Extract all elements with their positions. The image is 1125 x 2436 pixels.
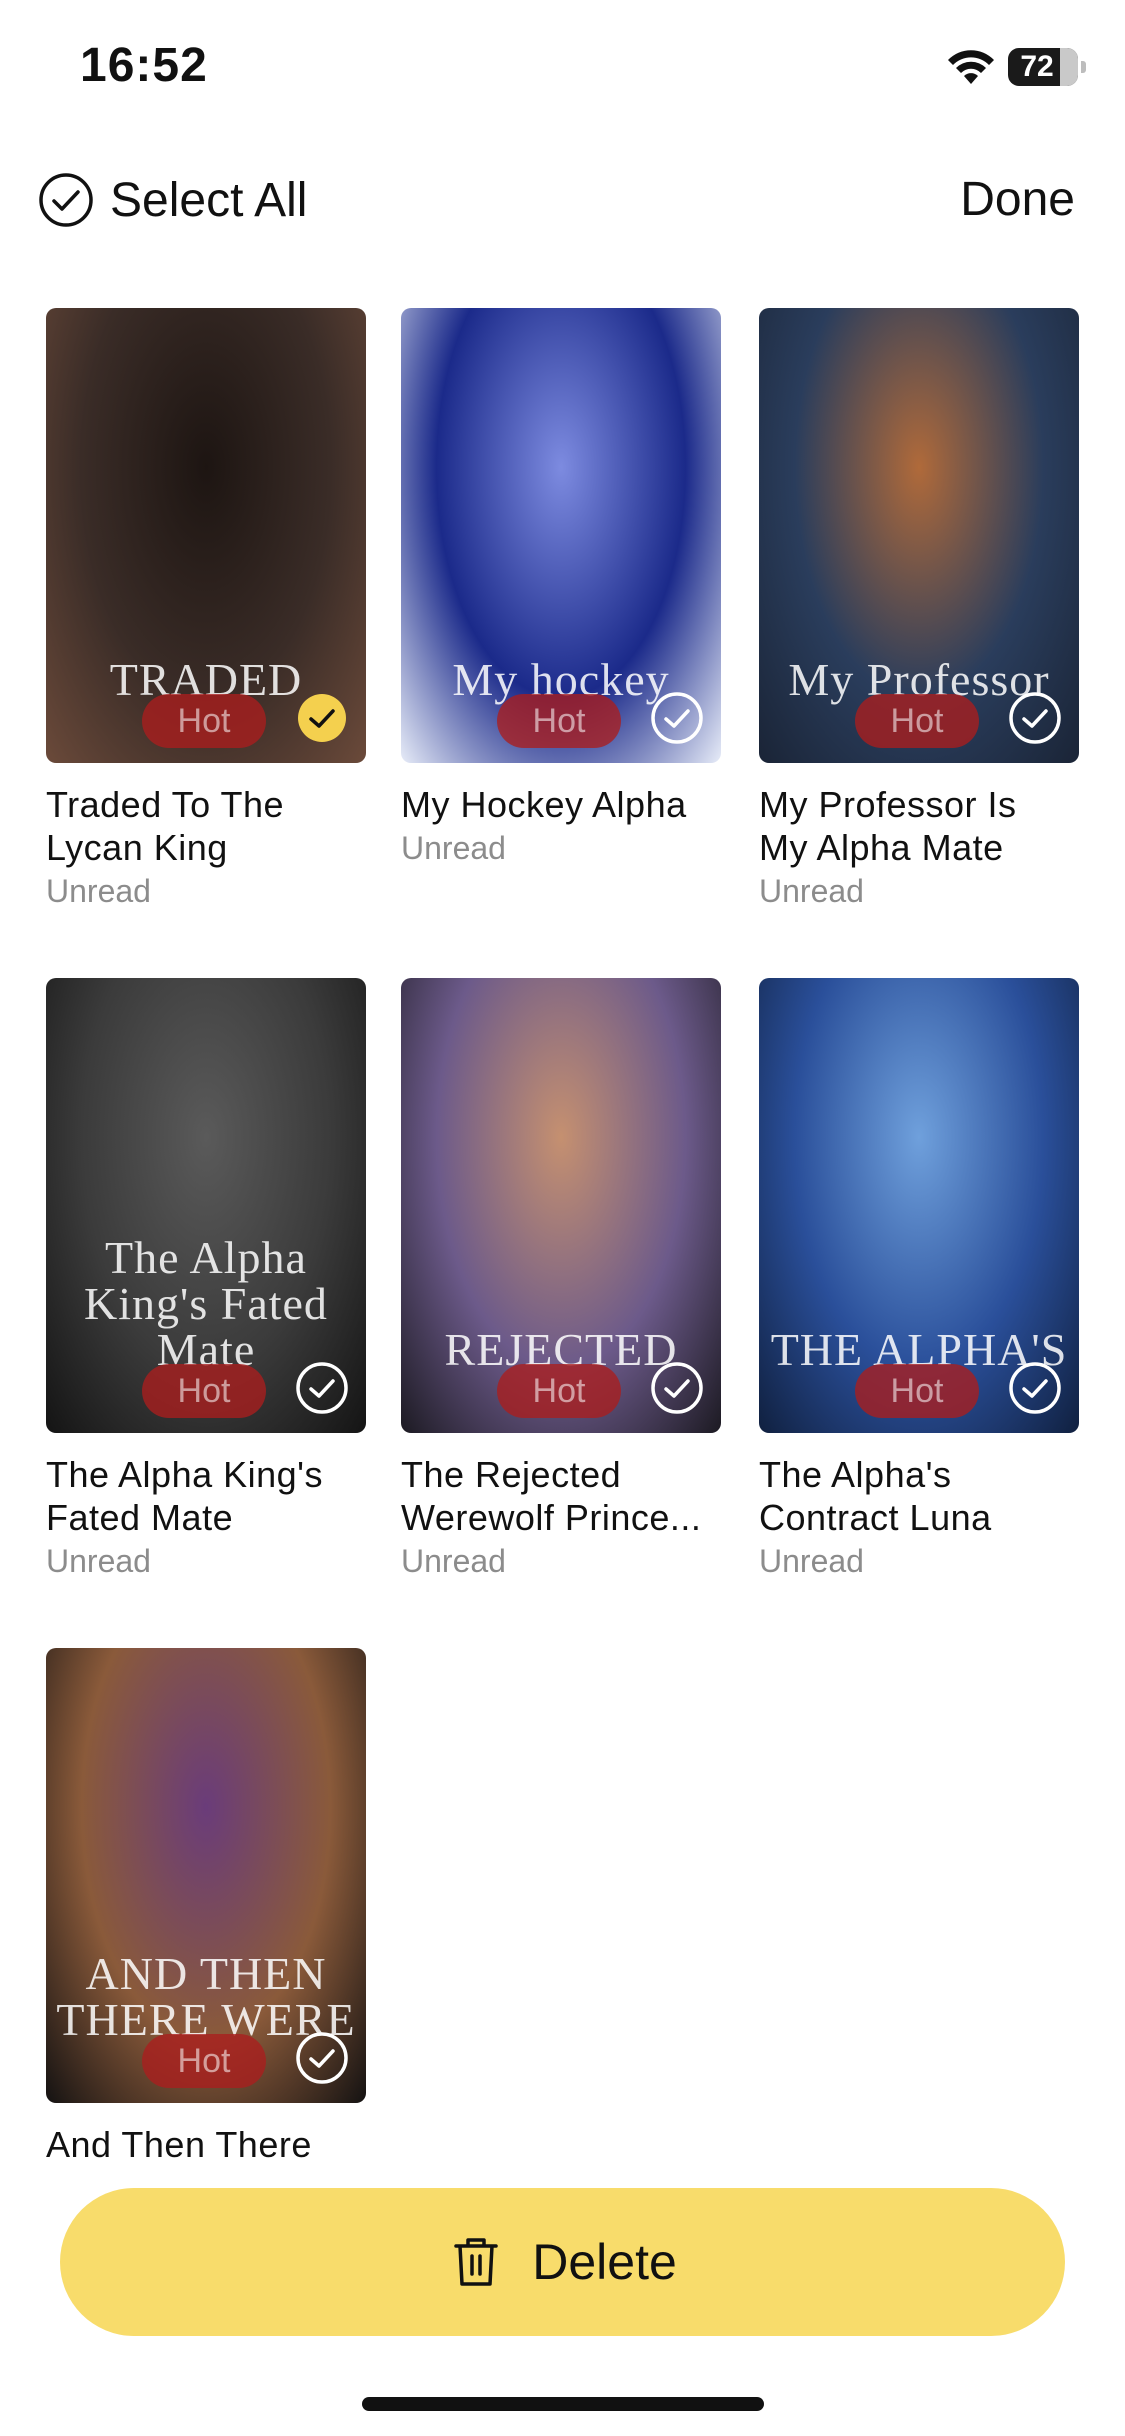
- select-all-button[interactable]: Select All: [38, 170, 307, 230]
- checked-circle-icon[interactable]: [295, 691, 349, 745]
- hot-badge: Hot: [497, 1364, 621, 1418]
- book-cover[interactable]: TRADED Hot: [46, 308, 366, 763]
- hot-badge: Hot: [142, 1364, 266, 1418]
- book-title-line: Contract Luna: [759, 1497, 992, 1538]
- book-cover[interactable]: AND THEN THERE WERE Hot: [46, 1648, 366, 2103]
- unchecked-circle-icon[interactable]: [650, 1361, 704, 1415]
- book-title-line: My Alpha Mate: [759, 827, 1004, 868]
- unchecked-circle-icon[interactable]: [1008, 691, 1062, 745]
- book-title: The Rejected Werewolf Prince...: [401, 1453, 721, 1539]
- book-title-line: Traded To The: [46, 784, 284, 825]
- book-title-line: My Hockey Alpha: [401, 784, 687, 825]
- cover-title-text: AND THEN THERE WERE: [56, 1948, 356, 2045]
- done-button[interactable]: Done: [960, 170, 1075, 230]
- book-cover[interactable]: My hockey Hot: [401, 308, 721, 763]
- book-card[interactable]: REJECTED Hot The Rejected Werewolf Prince..…: [401, 978, 721, 1580]
- unchecked-circle-icon[interactable]: [1008, 1361, 1062, 1415]
- book-title: My Professor Is My Alpha Mate: [759, 783, 1079, 869]
- book-status: Unread: [46, 873, 151, 909]
- status-time: 16:52: [80, 39, 208, 92]
- home-indicator: [362, 2397, 764, 2411]
- hot-badge: Hot: [142, 2034, 266, 2088]
- hot-badge: Hot: [497, 694, 621, 748]
- hot-badge: Hot: [855, 1364, 979, 1418]
- book-card[interactable]: THE ALPHA'S Hot The Alpha's Contract Luna Un…: [759, 978, 1079, 1580]
- unchecked-circle-icon[interactable]: [295, 2031, 349, 2085]
- book-card[interactable]: My Professor Hot My Professor Is My Alpha M…: [759, 308, 1079, 910]
- book-title-line: The Alpha King's: [46, 1454, 324, 1495]
- wifi-icon: [948, 50, 994, 84]
- cover-title-text: The Alpha King's Fated Mate: [84, 1232, 328, 1375]
- hot-badge: Hot: [142, 694, 266, 748]
- book-card[interactable]: The Alpha King's Fated Mate Hot The Alpha …: [46, 978, 366, 1580]
- book-status: Unread: [759, 873, 864, 909]
- book-cover[interactable]: The Alpha King's Fated Mate Hot: [46, 978, 366, 1433]
- circle-check-icon: [39, 173, 93, 227]
- delete-label: Delete: [532, 2234, 677, 2290]
- status-bar: 16:52 72: [0, 0, 1125, 130]
- book-card[interactable]: AND THEN THERE WERE Hot And Then There: [46, 1648, 366, 2166]
- book-title-line: Fated Mate: [46, 1497, 234, 1538]
- header: Select All Done: [0, 150, 1125, 250]
- book-title-line: My Professor Is: [759, 784, 1017, 825]
- book-title: And Then There: [46, 2123, 366, 2166]
- book-cover[interactable]: REJECTED Hot: [401, 978, 721, 1433]
- trash-icon: [454, 2238, 498, 2286]
- book-status: Unread: [759, 1543, 864, 1579]
- book-title-line: The Rejected: [401, 1454, 622, 1495]
- battery-level: 72: [1020, 50, 1054, 83]
- book-title-line: Lycan King: [46, 827, 228, 868]
- book-cover[interactable]: THE ALPHA'S Hot: [759, 978, 1079, 1433]
- book-status: Unread: [401, 1543, 506, 1579]
- book-title: Traded To The Lycan King: [46, 783, 366, 869]
- book-title: My Hockey Alpha: [401, 783, 721, 826]
- select-all-label: Select All: [110, 173, 308, 227]
- book-status: Unread: [46, 1543, 151, 1579]
- book-title: The Alpha King's Fated Mate: [46, 1453, 366, 1539]
- book-title: The Alpha's Contract Luna: [759, 1453, 1079, 1539]
- book-title-line: And Then There: [46, 2124, 312, 2165]
- book-card[interactable]: My hockey Hot My Hockey Alpha Unread: [401, 308, 721, 867]
- book-status: Unread: [401, 830, 506, 866]
- unchecked-circle-icon[interactable]: [295, 1361, 349, 1415]
- book-title-line: The Alpha's: [759, 1454, 952, 1495]
- book-card[interactable]: TRADED Hot Traded To The Lycan King Unread: [46, 308, 366, 910]
- hot-badge: Hot: [855, 694, 979, 748]
- delete-button[interactable]: Delete: [60, 2188, 1065, 2336]
- book-title-line: Werewolf Prince...: [401, 1497, 702, 1538]
- unchecked-circle-icon[interactable]: [650, 691, 704, 745]
- book-cover[interactable]: My Professor Hot: [759, 308, 1079, 763]
- battery-icon: 72: [1008, 48, 1086, 86]
